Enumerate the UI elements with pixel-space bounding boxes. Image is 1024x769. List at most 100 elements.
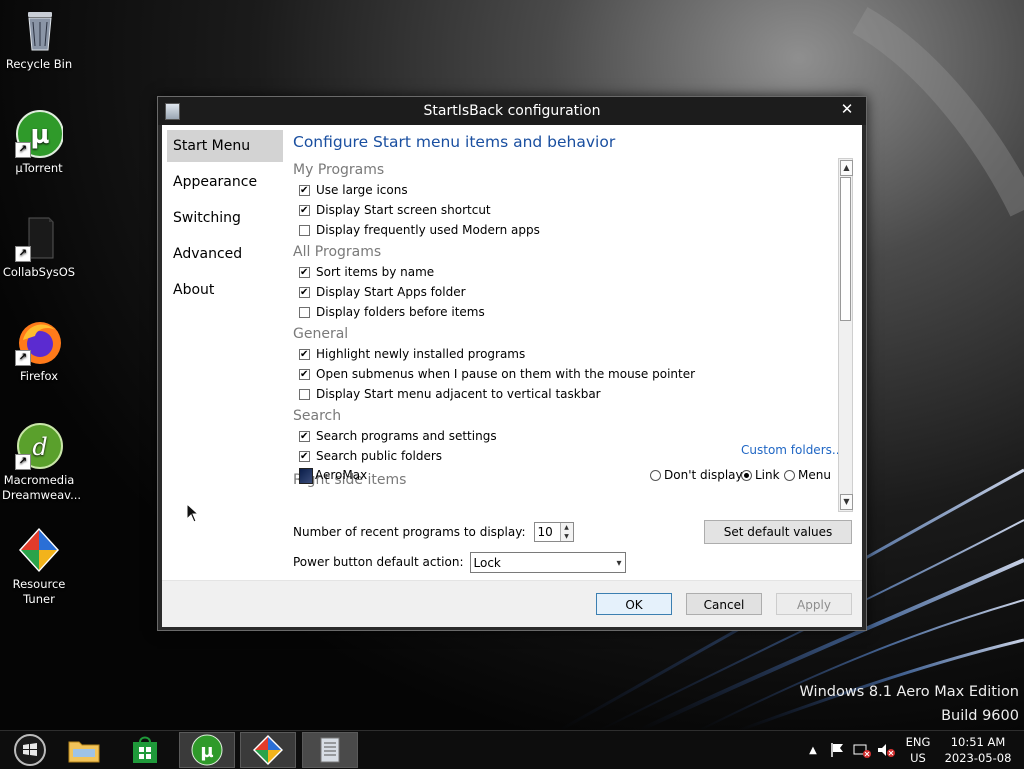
show-hidden-icons-icon[interactable]: ▲ [806,745,820,756]
radio-button[interactable] [741,469,752,481]
panel-heading: Configure Start menu items and behavior [293,133,616,151]
checkbox[interactable] [299,368,310,380]
radio-label: Don't display [664,468,743,482]
recent-programs-value[interactable]: 10 [534,523,560,541]
power-button-row: Power button default action: Lock ▾ [293,551,626,573]
cancel-button[interactable]: Cancel [686,593,762,615]
dreamweaver-icon: d ↗ [15,422,63,470]
taskbar-utorrent[interactable]: µ [179,732,235,768]
checkbox[interactable] [299,388,310,400]
action-center-flag-icon[interactable] [828,741,848,759]
group-all-programs: All Programs [293,244,382,260]
option-highlight-new-programs[interactable]: Highlight newly installed programs [293,344,835,364]
close-button[interactable]: ✕ [834,99,860,119]
aeromax-icon [299,468,313,484]
group-my-programs: My Programs [293,162,385,178]
checkbox[interactable] [299,450,310,462]
custom-folders-link[interactable]: Custom folders... [741,443,843,457]
desktop-icon-recycle-bin[interactable]: Recycle Bin [2,6,76,72]
right-side-item-label: AeroMax [315,468,368,482]
radio-button[interactable] [650,469,661,481]
taskbar-file-explorer[interactable] [56,732,112,768]
radio-link[interactable]: Link [741,468,780,482]
folder-icon [68,741,100,763]
clock[interactable]: 10:51 AM 2023-05-08 [940,734,1016,766]
option-label: Search programs and settings [316,429,497,443]
option-sort-by-name[interactable]: Sort items by name [293,262,835,282]
mouse-cursor-icon [186,502,200,526]
desktop-icon-label: Resource Tuner [12,577,66,606]
taskbar-resource-tuner[interactable] [240,732,296,768]
recent-programs-spinner[interactable]: 10 ▲ ▼ [533,522,574,542]
option-start-screen-shortcut[interactable]: Display Start screen shortcut [293,200,835,220]
desktop-icon-utorrent[interactable]: µ ↗ µTorrent [2,110,76,176]
checkbox[interactable] [299,266,310,278]
desktop-icon-label: µTorrent [15,161,63,175]
option-label: Display Start Apps folder [316,285,466,299]
options-scrollbar[interactable]: ▲ ▼ [838,158,853,512]
scroll-up-icon[interactable]: ▲ [840,160,853,176]
desktop-icon-dreamweaver[interactable]: d ↗ Macromedia Dreamweav... [2,422,81,503]
recent-programs-label: Number of recent programs to display: [293,525,526,539]
scroll-down-icon[interactable]: ▼ [840,494,853,510]
start-menu-settings-panel: Configure Start menu items and behavior … [293,125,859,580]
option-label: Display Start menu adjacent to vertical … [316,387,601,401]
start-button[interactable] [2,732,58,768]
nav-item-start-menu[interactable]: Start Menu [167,130,283,162]
checkbox[interactable] [299,204,310,216]
ok-button[interactable]: OK [596,593,672,615]
desktop-icon-resource-tuner[interactable]: Resource Tuner [2,526,76,607]
taskbar-store[interactable] [117,732,173,768]
startisback-config-window: StartIsBack configuration ✕ Start Menu A… [157,96,867,631]
nav-item-advanced[interactable]: Advanced [167,238,283,270]
chevron-down-icon: ▾ [616,557,622,569]
checkbox[interactable] [299,348,310,360]
option-label: Display folders before items [316,305,485,319]
volume-muted-icon[interactable] [876,741,896,759]
power-button-select[interactable]: Lock ▾ [469,551,626,573]
network-disconnected-icon[interactable] [852,741,872,759]
language-indicator[interactable]: ENG US [900,734,936,766]
option-folders-before-items[interactable]: Display folders before items [293,302,835,322]
spinner-arrows-icon[interactable]: ▲ ▼ [559,523,573,541]
option-frequent-modern-apps[interactable]: Display frequently used Modern apps [293,220,835,240]
taskbar-startisback-config[interactable] [302,732,358,768]
apply-button[interactable]: Apply [776,593,852,615]
title-bar[interactable]: StartIsBack configuration ✕ [158,97,866,125]
option-adjacent-vertical-taskbar[interactable]: Display Start menu adjacent to vertical … [293,384,835,404]
option-label: Display Start screen shortcut [316,203,491,217]
radio-menu[interactable]: Menu [784,468,831,482]
clock-time: 10:51 AM [950,735,1006,749]
option-start-apps-folder[interactable]: Display Start Apps folder [293,282,835,302]
dialog-button-bar: OK Cancel Apply [162,580,862,627]
option-use-large-icons[interactable]: Use large icons [293,180,835,200]
checkbox[interactable] [299,224,310,236]
nav-item-about[interactable]: About [167,274,283,306]
checkbox[interactable] [299,430,310,442]
desktop-icon-label: Firefox [19,369,59,383]
windows-build-watermark: Build 9600 [941,708,1019,724]
windows-edition-watermark: Windows 8.1 Aero Max Edition [799,684,1019,700]
option-label: Display frequently used Modern apps [316,223,540,237]
desktop-icon-collabsysos[interactable]: ↗ CollabSysOS [2,214,76,280]
nav-item-switching[interactable]: Switching [167,202,283,234]
radio-dont-display[interactable]: Don't display [650,468,743,482]
option-label: Use large icons [316,183,408,197]
collabsysos-icon: ↗ [15,214,63,262]
utorrent-icon: µ ↗ [15,110,64,158]
group-search: Search [293,408,342,424]
radio-label: Link [755,468,780,482]
scroll-thumb[interactable] [840,177,851,321]
set-default-values-button[interactable]: Set default values [704,520,852,544]
group-general: General [293,326,349,342]
checkbox[interactable] [299,306,310,318]
nav-item-appearance[interactable]: Appearance [167,166,283,198]
options-list: My Programs Use large icons Display Star… [293,158,835,513]
utorrent-icon: µ [191,734,223,766]
radio-button[interactable] [784,469,795,481]
checkbox[interactable] [299,286,310,298]
checkbox[interactable] [299,184,310,196]
option-open-submenus-on-pause[interactable]: Open submenus when I pause on them with … [293,364,835,384]
desktop-icon-firefox[interactable]: ↗ Firefox [2,318,76,384]
desktop-icon-label: Recycle Bin [5,57,73,71]
